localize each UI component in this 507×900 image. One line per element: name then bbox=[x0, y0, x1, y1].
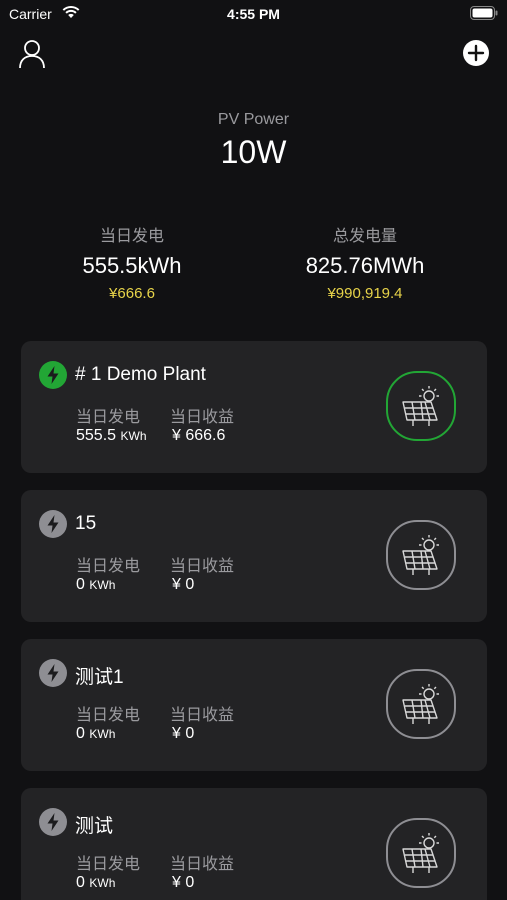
plant-daily-generation-value: 0 KWh bbox=[76, 874, 115, 892]
generation-amount: 0 bbox=[76, 725, 85, 742]
solar-panel-icon bbox=[386, 371, 456, 441]
add-plant-button[interactable] bbox=[462, 39, 490, 67]
lightning-icon bbox=[39, 808, 67, 836]
solar-panel-icon bbox=[386, 818, 456, 888]
total-income-value: ¥990,919.4 bbox=[327, 285, 403, 302]
plant-name: # 1 Demo Plant bbox=[75, 364, 206, 385]
generation-unit: KWh bbox=[89, 578, 116, 592]
user-profile-button[interactable] bbox=[18, 38, 46, 70]
generation-unit: KWh bbox=[89, 727, 116, 741]
daily-income-value: ¥666.6 bbox=[109, 285, 155, 302]
total-generation-summary: 总发电量 825.76MWh ¥990,919.4 bbox=[255, 222, 475, 302]
pv-power-value: 10W bbox=[220, 134, 287, 170]
plant-daily-generation-label: 当日发电 bbox=[76, 707, 141, 724]
battery-icon bbox=[470, 6, 498, 20]
generation-amount: 0 bbox=[76, 576, 85, 593]
plant-card[interactable]: 测试 当日发电 当日收益 0 KWh ¥ 0 bbox=[21, 788, 487, 900]
plant-card[interactable]: 测试1 当日发电 当日收益 0 KWh ¥ 0 bbox=[21, 639, 487, 771]
plant-name: 测试 bbox=[75, 816, 114, 837]
plant-card[interactable]: # 1 Demo Plant 当日发电 当日收益 555.5 KWh ¥ 666… bbox=[21, 341, 487, 473]
plant-daily-generation-label: 当日发电 bbox=[76, 856, 141, 873]
pv-power-label: PV Power bbox=[217, 111, 290, 128]
plant-daily-generation-value: 0 KWh bbox=[76, 576, 115, 594]
plant-daily-generation-label: 当日发电 bbox=[76, 409, 141, 426]
generation-amount: 555.5 bbox=[76, 427, 117, 444]
plant-daily-income-label: 当日收益 bbox=[170, 558, 235, 575]
user-icon bbox=[19, 40, 45, 69]
plant-daily-income-value: ¥ 666.6 bbox=[172, 427, 226, 444]
plant-name: 15 bbox=[75, 513, 97, 534]
top-nav bbox=[0, 34, 507, 74]
lightning-icon bbox=[39, 510, 67, 538]
plant-card[interactable]: 15 当日发电 当日收益 0 KWh ¥ 0 bbox=[21, 490, 487, 622]
total-generation-label: 总发电量 bbox=[332, 228, 397, 245]
generation-amount: 0 bbox=[76, 874, 85, 891]
daily-generation-label: 当日发电 bbox=[99, 228, 164, 245]
plant-daily-generation-value: 0 KWh bbox=[76, 725, 115, 743]
generation-unit: KWh bbox=[120, 429, 147, 443]
plant-daily-income-label: 当日收益 bbox=[170, 856, 235, 873]
plant-daily-income-label: 当日收益 bbox=[170, 409, 235, 426]
plant-name: 测试1 bbox=[75, 667, 124, 688]
generation-unit: KWh bbox=[89, 876, 116, 890]
plant-daily-generation-value: 555.5 KWh bbox=[76, 427, 147, 445]
status-bar: Carrier 4:55 PM bbox=[0, 0, 507, 28]
plant-daily-income-value: ¥ 0 bbox=[172, 576, 195, 593]
lightning-icon bbox=[39, 361, 67, 389]
plant-daily-income-value: ¥ 0 bbox=[172, 725, 195, 742]
daily-generation-summary: 当日发电 555.5kWh ¥666.6 bbox=[22, 222, 242, 302]
lightning-icon bbox=[39, 659, 67, 687]
plant-daily-generation-label: 当日发电 bbox=[76, 558, 141, 575]
plant-daily-income-label: 当日收益 bbox=[170, 707, 235, 724]
total-generation-value: 825.76MWh bbox=[305, 253, 425, 278]
status-time: 4:55 PM bbox=[227, 6, 280, 22]
daily-generation-value: 555.5kWh bbox=[82, 253, 182, 278]
solar-panel-icon bbox=[386, 669, 456, 739]
solar-panel-icon bbox=[386, 520, 456, 590]
plant-daily-income-value: ¥ 0 bbox=[172, 874, 195, 891]
